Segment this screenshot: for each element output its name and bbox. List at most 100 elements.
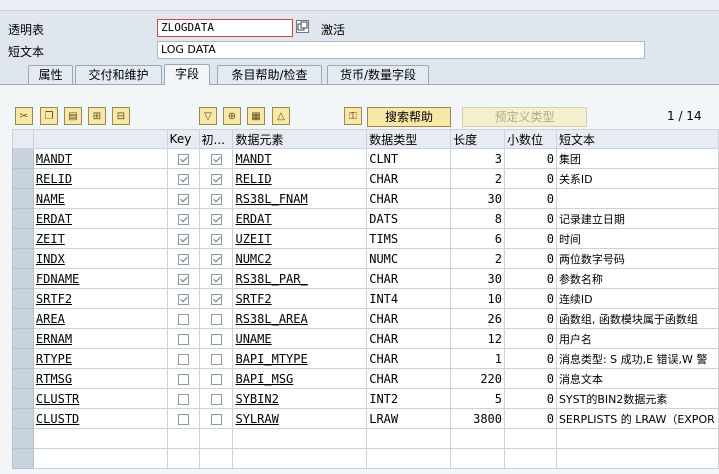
row-selector[interactable] xyxy=(12,408,34,429)
initial-values-checkbox[interactable] xyxy=(210,373,222,385)
length-cell[interactable]: 2 xyxy=(450,248,505,269)
predefined-type-button[interactable]: 预定义类型 xyxy=(462,107,587,127)
header-data-element[interactable]: 数据元素 xyxy=(232,129,368,149)
field-name-cell[interactable]: CLUSTD xyxy=(32,408,168,429)
short-text-cell[interactable]: 关系ID xyxy=(555,168,719,189)
field-name-cell[interactable]: SRTF2 xyxy=(32,288,168,309)
short-text-cell[interactable]: 两位数字号码 xyxy=(555,248,719,269)
row-selector[interactable] xyxy=(12,168,34,189)
empty-cell[interactable] xyxy=(166,448,200,469)
empty-cell[interactable] xyxy=(555,428,719,449)
data-type-cell[interactable]: CHAR xyxy=(366,348,452,369)
new-rows-icon[interactable]: ▦ xyxy=(247,107,265,125)
field-name-cell[interactable]: RTYPE xyxy=(32,348,168,369)
short-text-cell[interactable]: SERPLISTS 的 LRAW（EXPOR xyxy=(555,408,719,429)
data-element-cell[interactable]: UNAME xyxy=(232,328,368,349)
empty-cell[interactable] xyxy=(555,448,719,469)
cut-icon[interactable]: ✂ xyxy=(15,107,33,125)
initial-values-checkbox[interactable] xyxy=(210,313,222,325)
short-text-cell[interactable]: 消息文本 xyxy=(555,368,719,389)
length-cell[interactable]: 1 xyxy=(450,348,505,369)
move-up-icon[interactable]: △ xyxy=(272,107,290,125)
key-checkbox[interactable] xyxy=(177,233,189,245)
empty-row[interactable] xyxy=(12,448,719,469)
field-name-cell[interactable]: RTMSG xyxy=(32,368,168,389)
header-selector[interactable] xyxy=(12,129,34,149)
key-checkbox[interactable] xyxy=(177,393,189,405)
decimals-cell[interactable]: 0 xyxy=(504,228,557,249)
data-type-cell[interactable]: CHAR xyxy=(366,168,452,189)
row-selector[interactable] xyxy=(12,348,34,369)
empty-cell[interactable] xyxy=(198,428,234,449)
data-type-cell[interactable]: CHAR xyxy=(366,308,452,329)
tab-delivery-maintenance[interactable]: 交付和维护 xyxy=(75,65,162,84)
table-row[interactable]: MANDT MANDT CLNT 3 0 集团 xyxy=(12,148,719,169)
decimals-cell[interactable]: 0 xyxy=(504,348,557,369)
decimals-cell[interactable]: 0 xyxy=(504,208,557,229)
length-cell[interactable]: 8 xyxy=(450,208,505,229)
field-name-cell[interactable]: AREA xyxy=(32,308,168,329)
field-name-cell[interactable]: CLUSTR xyxy=(32,388,168,409)
table-row[interactable]: SRTF2 SRTF2 INT4 10 0 连续ID xyxy=(12,288,719,309)
short-text-cell[interactable] xyxy=(555,188,719,209)
row-selector[interactable] xyxy=(12,328,34,349)
data-type-cell[interactable]: CHAR xyxy=(366,268,452,289)
row-selector[interactable] xyxy=(12,248,34,269)
key-checkbox[interactable] xyxy=(177,373,189,385)
initial-values-checkbox[interactable] xyxy=(210,353,222,365)
move-down-icon[interactable]: ▽ xyxy=(199,107,217,125)
length-cell[interactable]: 30 xyxy=(450,188,505,209)
short-text-cell[interactable]: 记录建立日期 xyxy=(555,208,719,229)
key-checkbox[interactable] xyxy=(177,293,189,305)
key-checkbox[interactable] xyxy=(177,213,189,225)
paste-icon[interactable]: ▤ xyxy=(64,107,82,125)
empty-cell[interactable] xyxy=(166,428,200,449)
length-cell[interactable]: 10 xyxy=(450,288,505,309)
header-short-text[interactable]: 短文本 xyxy=(555,129,719,149)
table-row[interactable]: ERDAT ERDAT DATS 8 0 记录建立日期 xyxy=(12,208,719,229)
decimals-cell[interactable]: 0 xyxy=(504,368,557,389)
length-cell[interactable]: 12 xyxy=(450,328,505,349)
data-type-cell[interactable]: LRAW xyxy=(366,408,452,429)
data-element-cell[interactable]: RS38L_PAR_ xyxy=(232,268,368,289)
header-initial-values[interactable]: 初... xyxy=(198,129,234,149)
header-length[interactable]: 长度 xyxy=(450,129,505,149)
length-cell[interactable]: 3800 xyxy=(450,408,505,429)
length-cell[interactable]: 220 xyxy=(450,368,505,389)
row-selector[interactable] xyxy=(12,268,34,289)
short-text-cell[interactable]: 用户名 xyxy=(555,328,719,349)
empty-cell[interactable] xyxy=(198,448,234,469)
empty-cell[interactable] xyxy=(32,428,168,449)
data-type-cell[interactable]: NUMC xyxy=(366,248,452,269)
initial-values-checkbox[interactable] xyxy=(210,253,222,265)
row-selector[interactable] xyxy=(12,308,34,329)
data-type-cell[interactable]: CHAR xyxy=(366,188,452,209)
empty-cell[interactable] xyxy=(232,448,368,469)
empty-cell[interactable] xyxy=(366,428,452,449)
header-data-type[interactable]: 数据类型 xyxy=(366,129,452,149)
field-name-cell[interactable]: ERDAT xyxy=(32,208,168,229)
key-checkbox[interactable] xyxy=(177,413,189,425)
initial-values-checkbox[interactable] xyxy=(210,413,222,425)
field-name-cell[interactable]: RELID xyxy=(32,168,168,189)
data-element-cell[interactable]: RS38L_AREA xyxy=(232,308,368,329)
initial-values-checkbox[interactable] xyxy=(210,173,222,185)
decimals-cell[interactable]: 0 xyxy=(504,308,557,329)
decimals-cell[interactable]: 0 xyxy=(504,268,557,289)
initial-values-checkbox[interactable] xyxy=(210,233,222,245)
table-row[interactable]: AREA RS38L_AREA CHAR 26 0 函数组, 函数模块属于函数组 xyxy=(12,308,719,329)
short-text-cell[interactable]: 时间 xyxy=(555,228,719,249)
row-selector[interactable] xyxy=(12,208,34,229)
row-selector[interactable] xyxy=(12,288,34,309)
data-element-cell[interactable]: ERDAT xyxy=(232,208,368,229)
data-type-cell[interactable]: CLNT xyxy=(366,148,452,169)
table-row[interactable]: ZEIT UZEIT TIMS 6 0 时间 xyxy=(12,228,719,249)
key-icon[interactable]: ⚿ xyxy=(344,107,362,125)
empty-cell[interactable] xyxy=(450,448,505,469)
row-selector[interactable] xyxy=(12,388,34,409)
insert-structure-icon[interactable]: ⊕ xyxy=(223,107,241,125)
short-text-field[interactable]: LOG DATA xyxy=(157,41,645,59)
tab-entry-help-check[interactable]: 条目帮助/检查 xyxy=(217,65,322,84)
row-selector[interactable] xyxy=(12,228,34,249)
data-element-cell[interactable]: MANDT xyxy=(232,148,368,169)
